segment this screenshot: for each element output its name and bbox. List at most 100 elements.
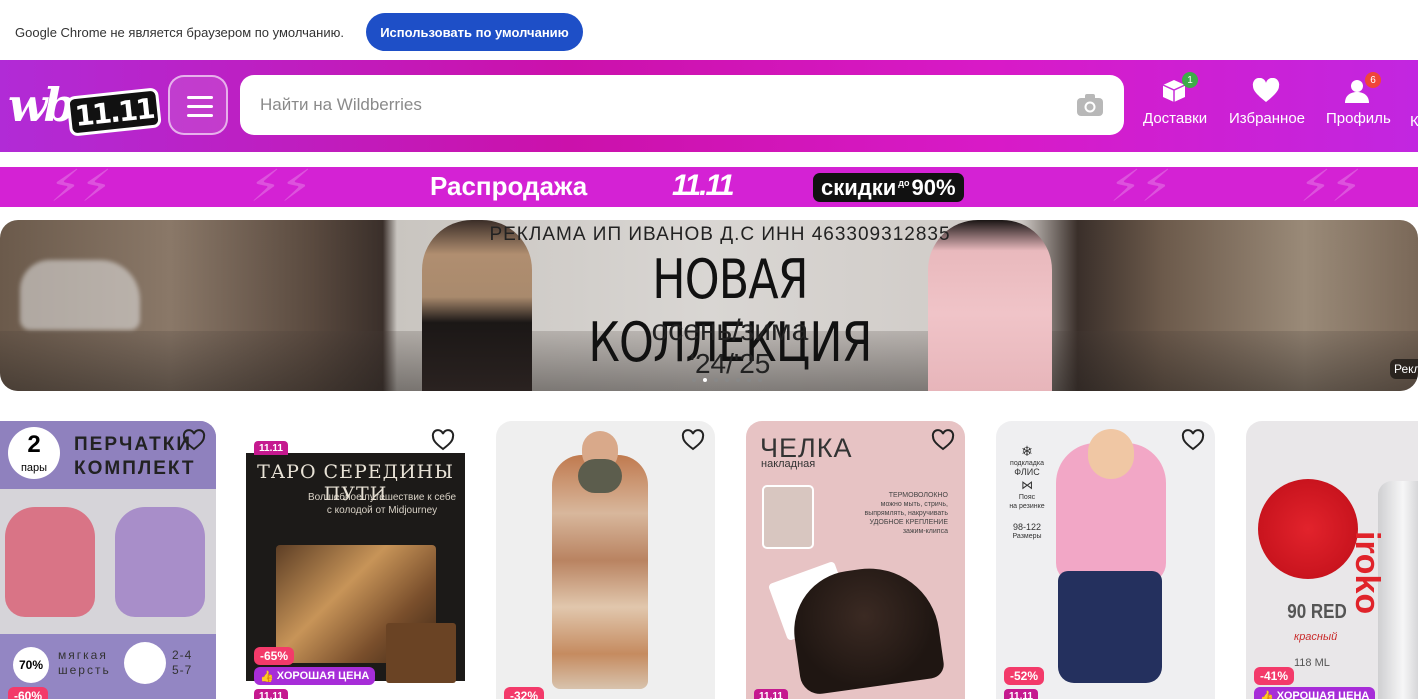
camera-search-icon[interactable] xyxy=(1076,93,1104,117)
carousel-dot[interactable] xyxy=(747,378,751,382)
size-line: 2-4 xyxy=(172,648,193,662)
promo-discount-word: скидки xyxy=(821,174,897,200)
decor-graphic: ⚡⚡ xyxy=(1110,167,1172,207)
discount-badge: -32% xyxy=(504,687,545,699)
carousel-dot[interactable] xyxy=(725,378,729,382)
discount-badge: -52% xyxy=(1004,667,1045,685)
model-scarf xyxy=(578,459,622,493)
product-card[interactable]: 2 пары ПЕРЧАТКИ КОМПЛЕКТ 70% мягкая шерс… xyxy=(0,421,216,699)
nav-label: Доставки xyxy=(1143,110,1208,127)
nav-deliveries[interactable]: 1 Доставки xyxy=(1143,72,1208,138)
product-card[interactable]: ❄ подкладка ФЛИС ⋈ Пояс на резинке 98-12… xyxy=(996,421,1215,699)
model-photo xyxy=(762,485,814,549)
pairs-label: пары xyxy=(20,462,48,474)
carousel-dot[interactable] xyxy=(692,378,696,382)
feature-line: ТЕРМОВОЛОКНО xyxy=(888,492,948,499)
promo-discount-prefix: до xyxy=(898,178,910,188)
default-browser-message: Google Chrome не является браузером по у… xyxy=(15,25,344,40)
search-input[interactable] xyxy=(260,75,1060,135)
promo-discount-value: 90% xyxy=(911,174,956,200)
product-card[interactable]: ТАРО СЕРЕДИНЫ ПУТИ Волшебное путешествие… xyxy=(246,421,465,699)
card-title: ПЕРЧАТКИ КОМПЛЕКТ xyxy=(74,433,196,481)
pairs-number: 2 xyxy=(27,431,41,458)
delivery-badge: 1 xyxy=(1182,72,1198,88)
search-bar xyxy=(240,75,1124,135)
feature-line: УДОБНОЕ КРЕПЛЕНИЕ xyxy=(869,519,949,526)
card-title-line: ПЕРЧАТКИ xyxy=(74,434,192,455)
banner-year: '24/'25 xyxy=(689,348,771,379)
background-car xyxy=(20,260,140,330)
brand-name: iroko xyxy=(1348,531,1386,615)
carousel-dot[interactable] xyxy=(714,378,718,382)
product-card[interactable]: 90 RED красный 118 ML iroko -41% 👍 ХОРОШ… xyxy=(1246,421,1418,699)
user-icon: 6 xyxy=(1343,72,1381,104)
product-image-pants xyxy=(1058,571,1162,683)
card-subtitle: накладная xyxy=(761,458,816,470)
feature-line: можно мыть, стричь, xyxy=(880,501,948,508)
carousel-dots[interactable] xyxy=(692,378,762,382)
feature-line: Пояс xyxy=(1018,494,1036,501)
menu-icon-line xyxy=(187,96,213,99)
product-card[interactable]: ЧЕЛКА накладная ТЕРМОВОЛОКНО можно мыть,… xyxy=(746,421,965,699)
sizes: 2-4 5-7 xyxy=(172,648,192,678)
favorite-heart-icon[interactable] xyxy=(681,429,705,451)
sale-promo-strip[interactable]: ⚡⚡ ⚡⚡ ⚡⚡ ⚡⚡ Распродажа 11.11 скидки до 9… xyxy=(0,167,1418,207)
tarot-cards xyxy=(386,623,456,683)
wool-percent: 70% xyxy=(13,647,49,683)
wool-line: мягкая xyxy=(58,648,108,662)
promo-title: Распродажа xyxy=(430,171,588,201)
volume: 118 ML xyxy=(1294,657,1330,669)
banner-ad-line: РЕКЛАМА ИП ИВАНОВ Д.С ИНН 463309312835 xyxy=(489,224,951,245)
menu-icon-line xyxy=(187,105,213,108)
waistband-icon: ⋈ xyxy=(1021,478,1033,492)
logo-event-tag: 11.11 xyxy=(66,87,162,137)
favorite-heart-icon[interactable] xyxy=(1181,429,1205,451)
feature-line: выпрямлять, накручивать xyxy=(864,510,948,517)
glove-pink xyxy=(5,507,95,617)
discount-badge: -65% xyxy=(254,647,295,665)
sale-tag: 11.11 xyxy=(254,441,288,455)
feature-line: на резинке xyxy=(1009,503,1045,510)
sale-tag: 11.11 xyxy=(754,689,788,699)
product-image xyxy=(0,489,216,634)
heart-icon xyxy=(1252,77,1280,104)
carousel-dot[interactable] xyxy=(736,378,740,382)
card-title-line: КОМПЛЕКТ xyxy=(74,458,196,479)
wool-text: мягкая шерсть xyxy=(58,648,111,678)
carousel-dot[interactable] xyxy=(758,378,762,382)
discount-badge: -60% xyxy=(8,687,49,699)
color-swatch xyxy=(1258,479,1358,579)
nav-favorites[interactable]: Избранное xyxy=(1229,77,1305,138)
carousel-dot-active[interactable] xyxy=(703,378,707,382)
nav-label: К xyxy=(1410,113,1418,130)
promo-event: 11.11 xyxy=(672,169,735,202)
nav-profile[interactable]: 6 Профиль xyxy=(1326,72,1391,138)
sale-tag: 11.11 xyxy=(254,689,288,699)
site-header: wb 11.11 1 Доставки Избранное 6 xyxy=(0,60,1418,152)
profile-badge: 6 xyxy=(1365,72,1381,88)
set-default-button[interactable]: Использовать по умолчанию xyxy=(366,13,583,51)
favorite-heart-icon[interactable] xyxy=(182,429,206,451)
favorite-heart-icon[interactable] xyxy=(931,429,955,451)
feature-list: ❄ подкладка ФЛИС ⋈ Пояс на резинке 98-12… xyxy=(1006,443,1048,541)
product-card[interactable]: -32% xyxy=(496,421,715,699)
wb-logo[interactable]: wb 11.11 xyxy=(8,78,162,137)
size-line: 5-7 xyxy=(172,663,193,677)
good-price-label: ХОРОШАЯ ЦЕНА xyxy=(1276,690,1370,699)
feature-list: ТЕРМОВОЛОКНО можно мыть, стричь, выпрямл… xyxy=(856,491,948,536)
card-subtitle: Волшебное путешествие к себе с колодой о… xyxy=(307,492,457,516)
ad-label[interactable]: Рекл xyxy=(1390,359,1418,379)
decor-graphic: ⚡⚡ xyxy=(1300,167,1362,207)
menu-button[interactable] xyxy=(168,75,228,135)
favorite-heart-icon[interactable] xyxy=(431,429,455,451)
model-head xyxy=(1088,429,1134,479)
good-price-badge: 👍 ХОРОШАЯ ЦЕНА xyxy=(1254,687,1376,699)
default-browser-bar: Google Chrome не является браузером по у… xyxy=(0,0,1418,60)
nav-cart[interactable]: К xyxy=(1410,113,1418,173)
snowflake-icon: ❄ xyxy=(1021,443,1033,459)
discount-badge: -41% xyxy=(1254,667,1295,685)
good-price-label: ХОРОШАЯ ЦЕНА xyxy=(276,670,370,682)
nav-label: Профиль xyxy=(1326,110,1391,127)
good-price-badge: 👍 ХОРОШАЯ ЦЕНА xyxy=(254,667,376,685)
hero-banner[interactable]: РЕКЛАМА ИП ИВАНОВ Д.С ИНН 463309312835 Н… xyxy=(0,220,1418,391)
